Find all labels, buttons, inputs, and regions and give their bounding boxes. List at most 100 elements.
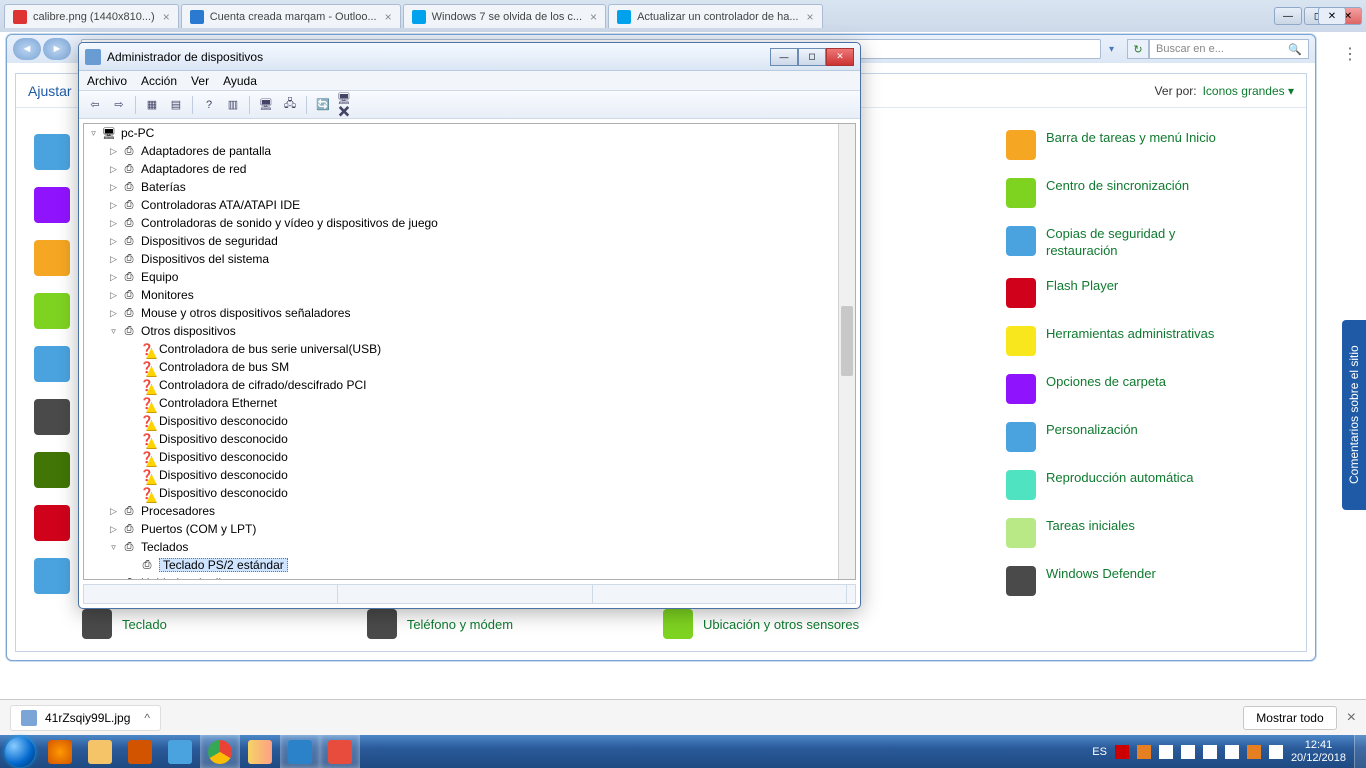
tool-forward-icon[interactable]: ⇨ xyxy=(109,95,129,115)
expand-icon[interactable] xyxy=(126,380,137,391)
tree-node[interactable]: ❓Controladora de bus serie universal(USB… xyxy=(84,340,855,358)
menu-ayuda[interactable]: Ayuda xyxy=(223,74,257,88)
tool-update-icon[interactable]: 🖧 xyxy=(280,95,300,115)
cp-item[interactable]: Windows Defender xyxy=(1006,566,1216,596)
dm-close-button[interactable]: ✕ xyxy=(826,48,854,66)
close-tab-icon[interactable]: × xyxy=(163,10,170,24)
tray-antivirus-icon[interactable] xyxy=(1247,745,1261,759)
tree-node[interactable]: ▷⎙Equipo xyxy=(84,268,855,286)
expand-icon[interactable]: ▷ xyxy=(108,290,119,301)
cp-icon[interactable] xyxy=(34,558,70,594)
tool-scan-icon[interactable]: 🖥 xyxy=(256,95,276,115)
cp-icon[interactable] xyxy=(34,293,70,329)
browser-tab[interactable]: calibre.png (1440x810...)× xyxy=(4,4,179,28)
expand-icon[interactable] xyxy=(126,452,137,463)
secondary-close-button[interactable]: ✕ xyxy=(1318,7,1346,25)
tree-node[interactable]: ▷⎙Adaptadores de red xyxy=(84,160,855,178)
tree-node[interactable]: ▿⎙Otros dispositivos xyxy=(84,322,855,340)
expand-icon[interactable] xyxy=(126,488,137,499)
start-button[interactable] xyxy=(0,735,40,768)
expand-icon[interactable]: ▷ xyxy=(108,218,119,229)
tree-node[interactable]: ❓Dispositivo desconocido xyxy=(84,484,855,502)
tray-flag-icon[interactable] xyxy=(1115,745,1129,759)
cp-item[interactable]: Reproducción automática xyxy=(1006,470,1216,500)
cp-item[interactable]: Tareas iniciales xyxy=(1006,518,1216,548)
tree-node[interactable]: ▷⎙Procesadores xyxy=(84,502,855,520)
taskbar-paint[interactable] xyxy=(160,735,200,768)
tray-volume-icon[interactable] xyxy=(1181,745,1195,759)
close-download-bar-icon[interactable]: × xyxy=(1347,709,1356,727)
expand-icon[interactable]: ▿ xyxy=(108,326,119,337)
chevron-up-icon[interactable]: ^ xyxy=(144,711,150,725)
tree-node[interactable]: ❓Dispositivo desconocido xyxy=(84,430,855,448)
expand-icon[interactable]: ▷ xyxy=(108,578,119,581)
show-all-downloads-button[interactable]: Mostrar todo xyxy=(1243,706,1336,730)
tree-node[interactable]: ❓Dispositivo desconocido xyxy=(84,412,855,430)
cp-icon[interactable] xyxy=(34,187,70,223)
tray-wifi-icon[interactable] xyxy=(1225,745,1239,759)
expand-icon[interactable]: ▷ xyxy=(108,506,119,517)
menu-accion[interactable]: Acción xyxy=(141,74,177,88)
close-tab-icon[interactable]: × xyxy=(590,10,597,24)
cp-item-ubicacion[interactable]: Ubicación y otros sensores xyxy=(663,609,859,639)
address-dropdown-icon[interactable]: ▾ xyxy=(1109,44,1123,55)
expand-icon[interactable] xyxy=(126,560,137,571)
tree-node[interactable]: ❓Controladora de bus SM xyxy=(84,358,855,376)
tool-help-icon[interactable]: ? xyxy=(199,95,219,115)
show-desktop-button[interactable] xyxy=(1354,735,1366,768)
tree-node[interactable]: ▷⎙Dispositivos de seguridad xyxy=(84,232,855,250)
cp-item[interactable]: Copias de seguridad y restauración xyxy=(1006,226,1216,260)
expand-icon[interactable]: ▷ xyxy=(108,524,119,535)
expand-icon[interactable] xyxy=(126,398,137,409)
dm-maximize-button[interactable]: ◻ xyxy=(798,48,826,66)
expand-icon[interactable]: ▷ xyxy=(108,272,119,283)
tree-node[interactable]: ▷⎙Dispositivos del sistema xyxy=(84,250,855,268)
tool-details-icon[interactable]: ▥ xyxy=(223,95,243,115)
menu-ver[interactable]: Ver xyxy=(191,74,209,88)
expand-icon[interactable]: ▷ xyxy=(108,254,119,265)
cp-icon[interactable] xyxy=(34,240,70,276)
chrome-menu-icon[interactable]: ⋮ xyxy=(1342,44,1358,64)
cp-item-teclado[interactable]: Teclado xyxy=(82,609,167,639)
close-tab-icon[interactable]: × xyxy=(385,10,392,24)
cp-item[interactable]: Centro de sincronización xyxy=(1006,178,1216,208)
taskbar-app[interactable] xyxy=(240,735,280,768)
tree-node[interactable]: ▿⎙Teclados xyxy=(84,538,855,556)
cp-icon[interactable] xyxy=(34,452,70,488)
taskbar-device-manager[interactable] xyxy=(320,735,360,768)
taskbar-chrome[interactable] xyxy=(200,735,240,768)
tool-refresh-icon[interactable]: 🔄 xyxy=(313,95,333,115)
cp-icon[interactable] xyxy=(34,346,70,382)
tool-uninstall-icon[interactable]: 🖥✖ xyxy=(337,95,357,115)
nav-back-button[interactable]: ◄ xyxy=(13,38,41,60)
tree-node[interactable]: ⎙Teclado PS/2 estándar xyxy=(84,556,855,574)
expand-icon[interactable] xyxy=(126,416,137,427)
nav-forward-button[interactable]: ► xyxy=(43,38,71,60)
cp-icon[interactable] xyxy=(34,505,70,541)
tool-properties-icon[interactable]: ▤ xyxy=(166,95,186,115)
tree-node[interactable]: ▷⎙Controladoras de sonido y vídeo y disp… xyxy=(84,214,855,232)
taskbar-explorer[interactable] xyxy=(80,735,120,768)
tree-node[interactable]: ▷⎙Mouse y otros dispositivos señaladores xyxy=(84,304,855,322)
tray-lang[interactable]: ES xyxy=(1092,746,1107,758)
tree-node[interactable]: ❓Dispositivo desconocido xyxy=(84,466,855,484)
browser-tab[interactable]: Cuenta creada marqam - Outloo...× xyxy=(181,4,401,28)
expand-icon[interactable]: ▷ xyxy=(108,236,119,247)
menu-archivo[interactable]: Archivo xyxy=(87,74,127,88)
expand-icon[interactable]: ▷ xyxy=(108,308,119,319)
expand-icon[interactable]: ▷ xyxy=(108,182,119,193)
expand-icon[interactable] xyxy=(126,434,137,445)
expand-icon[interactable]: ▷ xyxy=(108,164,119,175)
dm-scrollbar[interactable] xyxy=(838,124,855,579)
expand-icon[interactable] xyxy=(126,344,137,355)
download-item[interactable]: 41rZsqiy99L.jpg ^ xyxy=(10,705,161,731)
expand-icon[interactable]: ▷ xyxy=(108,200,119,211)
minimize-button[interactable]: — xyxy=(1274,7,1302,25)
view-by-selector[interactable]: Iconos grandes ▾ xyxy=(1203,84,1294,98)
tool-back-icon[interactable]: ⇦ xyxy=(85,95,105,115)
dm-titlebar[interactable]: Administrador de dispositivos — ◻ ✕ xyxy=(79,43,860,71)
cp-item[interactable]: Herramientas administrativas xyxy=(1006,326,1216,356)
tray-action-icon[interactable] xyxy=(1269,745,1283,759)
expand-icon[interactable]: ▷ xyxy=(108,146,119,157)
tree-node[interactable]: ❓Dispositivo desconocido xyxy=(84,448,855,466)
